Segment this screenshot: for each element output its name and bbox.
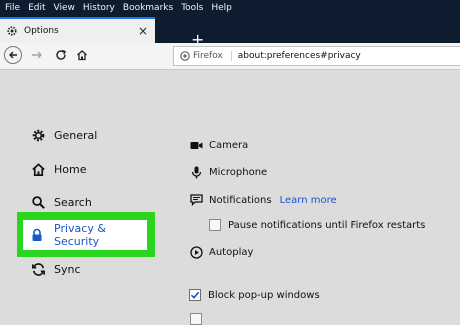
tab-title: Options bbox=[24, 26, 59, 36]
microphone-label: Microphone bbox=[209, 166, 268, 178]
permission-notifications: Notifications Learn more bbox=[189, 193, 337, 207]
menu-history[interactable]: History bbox=[83, 3, 115, 13]
block-popups-option[interactable]: Block pop-up windows bbox=[189, 289, 320, 301]
category-search[interactable]: Search bbox=[30, 194, 92, 210]
menu-help[interactable]: Help bbox=[211, 3, 232, 13]
permission-camera: Camera bbox=[189, 138, 248, 152]
menu-tools[interactable]: Tools bbox=[181, 3, 203, 13]
pause-notifications-option[interactable]: Pause notifications until Firefox restar… bbox=[209, 219, 425, 231]
home-button[interactable] bbox=[76, 49, 88, 61]
tab-bar: Options × + bbox=[0, 15, 460, 48]
pause-notifications-label: Pause notifications until Firefox restar… bbox=[228, 219, 426, 231]
home-icon bbox=[30, 161, 46, 177]
menu-file[interactable]: File bbox=[5, 3, 20, 13]
url-bar[interactable]: Firefox about:preferences#privacy bbox=[173, 46, 460, 66]
next-option-checkbox[interactable] bbox=[190, 313, 202, 325]
camera-icon bbox=[189, 138, 203, 152]
camera-label: Camera bbox=[209, 139, 249, 151]
category-label: Privacy & Security bbox=[54, 222, 106, 248]
microphone-icon bbox=[189, 165, 203, 179]
identity-label: Firefox bbox=[193, 51, 232, 61]
reload-button[interactable] bbox=[55, 49, 67, 61]
category-label: General bbox=[54, 128, 98, 142]
sync-icon bbox=[30, 261, 46, 277]
url-text: about:preferences#privacy bbox=[237, 51, 361, 61]
notification-icon bbox=[189, 193, 203, 207]
permission-microphone: Microphone bbox=[189, 165, 267, 179]
autoplay-label: Autoplay bbox=[209, 246, 254, 258]
menu-bookmarks[interactable]: Bookmarks bbox=[123, 3, 173, 13]
block-popups-checkbox[interactable] bbox=[189, 289, 201, 301]
category-label: Search bbox=[54, 195, 92, 209]
search-icon bbox=[30, 194, 46, 210]
notifications-label: Notifications bbox=[209, 194, 272, 206]
firefox-icon bbox=[180, 51, 190, 61]
block-popups-label: Block pop-up windows bbox=[208, 289, 320, 301]
nav-bar: Firefox about:preferences#privacy bbox=[0, 43, 460, 70]
pause-notifications-checkbox[interactable] bbox=[209, 219, 221, 231]
forward-button[interactable] bbox=[31, 49, 43, 61]
menu-view[interactable]: View bbox=[54, 3, 75, 13]
autoplay-icon bbox=[189, 245, 203, 259]
category-label: Sync bbox=[54, 262, 81, 276]
category-general[interactable]: General bbox=[30, 127, 97, 143]
close-tab-button[interactable]: × bbox=[138, 24, 148, 38]
permission-autoplay: Autoplay bbox=[189, 245, 253, 259]
category-home[interactable]: Home bbox=[30, 161, 86, 177]
gear-icon bbox=[7, 26, 17, 36]
arrow-left-icon bbox=[9, 51, 17, 59]
lock-icon bbox=[30, 228, 44, 242]
category-sync[interactable]: Sync bbox=[30, 261, 81, 277]
back-button[interactable] bbox=[4, 46, 22, 64]
tab-options[interactable]: Options × bbox=[0, 17, 155, 43]
category-privacy-security[interactable]: Privacy & Security bbox=[23, 220, 147, 250]
learn-more-link[interactable]: Learn more bbox=[280, 195, 337, 206]
checkmark-icon bbox=[190, 291, 200, 299]
menu-edit[interactable]: Edit bbox=[28, 3, 45, 13]
menu-bar: File Edit View History Bookmarks Tools H… bbox=[0, 0, 460, 15]
gear-icon bbox=[30, 127, 46, 143]
category-label: Home bbox=[54, 162, 87, 176]
